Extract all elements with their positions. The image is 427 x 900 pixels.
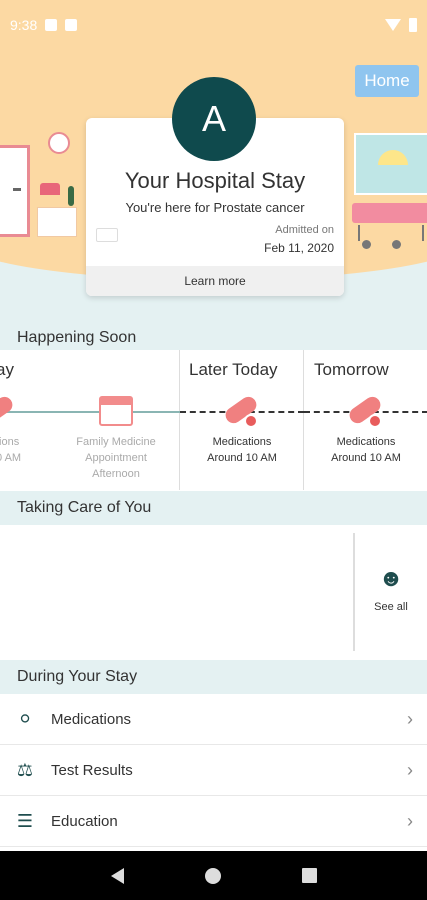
id-card-icon	[96, 228, 118, 242]
list-item-medications[interactable]: ⚪ Medications ›	[0, 694, 427, 745]
system-nav-bar	[0, 851, 427, 900]
event-family-medicine[interactable]: Family Medicine Appointment Afternoon	[62, 434, 170, 482]
book-icon: ☰	[16, 810, 34, 831]
storage-icon	[65, 19, 78, 31]
side-table-illustration	[37, 207, 77, 237]
section-during-stay: During Your Stay	[0, 660, 427, 694]
clock-illustration	[48, 132, 70, 154]
pill-icon	[0, 393, 16, 427]
chevron-right-icon: ›	[407, 759, 413, 780]
back-icon[interactable]	[110, 867, 124, 884]
pill-icon: ⚪	[17, 708, 33, 729]
timeline-column-later-today[interactable]: Later Today Medications Around 10 AM	[180, 350, 304, 490]
home-button[interactable]: Home	[355, 65, 419, 97]
flask-icon: ⚖	[16, 759, 34, 780]
learn-more-link[interactable]: Learn more	[86, 266, 344, 296]
column-heading: Tomorrow	[314, 360, 389, 379]
door-illustration	[0, 145, 30, 237]
care-team-icon: ☻	[378, 565, 404, 592]
avatar[interactable]: A	[172, 77, 256, 161]
lamp-illustration	[40, 183, 60, 195]
chevron-right-icon: ›	[407, 708, 413, 729]
list-item-label: Education	[51, 812, 118, 830]
card-title: Your Hospital Stay	[124, 168, 306, 193]
bed-frame-illustration	[358, 225, 424, 241]
column-heading: ay	[0, 360, 14, 379]
bed-illustration	[352, 203, 427, 223]
battery-icon	[409, 18, 417, 32]
wifi-icon	[385, 19, 401, 31]
chevron-right-icon: ›	[407, 810, 413, 831]
timeline-column-tomorrow[interactable]: Tomorrow Medications Around 10 AM	[304, 350, 427, 490]
see-all-link[interactable]: See all	[369, 601, 413, 613]
care-team-area[interactable]	[0, 525, 427, 658]
admitted-label: Admitted on	[275, 224, 334, 236]
happening-soon-row[interactable]: ay tions 0 AM Family Medicine Appointmen…	[0, 350, 427, 490]
column-heading: Later Today	[189, 360, 278, 379]
pill-dot-icon	[244, 414, 258, 428]
timeline-column-today[interactable]: ay tions 0 AM Family Medicine Appointmen…	[0, 350, 180, 490]
section-taking-care: Taking Care of You	[0, 491, 427, 525]
status-bar: 9:38	[0, 0, 427, 50]
admitted-date: Feb 11, 2020	[264, 241, 334, 255]
list-item-test-results[interactable]: ⚖ Test Results ›	[0, 745, 427, 796]
bed-wheel-icon	[362, 240, 371, 249]
event-medications[interactable]: tions 0 AM	[0, 434, 36, 466]
home-nav-icon[interactable]	[204, 867, 221, 884]
card-subtitle: You're here for Prostate cancer	[125, 200, 305, 215]
pill-dot-icon	[368, 414, 382, 428]
list-item-label: Test Results	[51, 761, 133, 779]
timeline-line	[0, 411, 180, 413]
event-medications[interactable]: Medications Around 10 AM	[304, 434, 427, 466]
recent-apps-icon[interactable]	[301, 868, 317, 883]
bed-wheel-icon	[392, 240, 401, 249]
status-time: 9:38	[10, 17, 38, 33]
list-item-education[interactable]: ☰ Education ›	[0, 796, 427, 847]
calendar-icon	[99, 396, 133, 426]
plant-illustration	[68, 186, 74, 206]
notification-icon	[45, 19, 58, 31]
list-item-label: Medications	[51, 710, 132, 728]
event-medications[interactable]: Medications Around 10 AM	[180, 434, 304, 466]
divider	[353, 533, 355, 651]
